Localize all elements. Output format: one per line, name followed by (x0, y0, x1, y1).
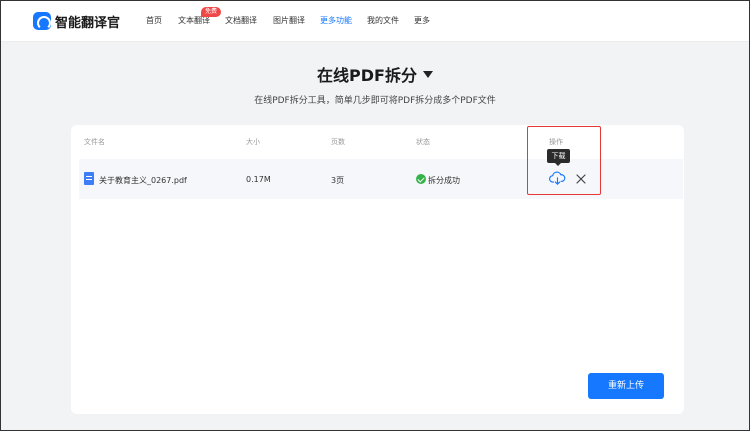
file-name: 关于教育主义_0267.pdf (99, 176, 187, 185)
close-icon[interactable] (576, 174, 586, 184)
nav-item-image-translate[interactable]: 图片翻译 (273, 15, 305, 26)
pdf-file-icon (84, 172, 94, 185)
header-file-name: 文件名 (84, 138, 105, 146)
app-logo-icon[interactable] (33, 12, 51, 30)
download-tooltip: 下载 (547, 149, 570, 166)
caret-down-icon[interactable] (422, 70, 433, 78)
page-count: 3页 (331, 176, 345, 185)
header-status: 状态 (416, 138, 430, 146)
header-size: 大小 (246, 138, 260, 146)
header-pages: 页数 (331, 138, 345, 146)
page-title[interactable]: 在线PDF拆分 (317, 62, 417, 86)
app-name[interactable]: 智能翻译官 (55, 12, 120, 31)
nav-item-more-features[interactable]: 更多功能 (320, 15, 352, 26)
free-badge: 免费 (201, 7, 222, 17)
nav-item-document-translate[interactable]: 文档翻译 (225, 15, 257, 26)
download-cloud-icon[interactable] (549, 171, 566, 186)
nav-item-my-files[interactable]: 我的文件 (367, 15, 399, 26)
top-navigation-bar: 智能翻译官 首页 文本翻译 免费 文档翻译 图片翻译 更多功能 我的文件 更多 (1, 1, 749, 42)
success-check-icon (416, 174, 426, 184)
reupload-button[interactable]: 重新上传 (588, 373, 664, 399)
nav-item-more[interactable]: 更多 (414, 15, 430, 26)
status-text: 拆分成功 (428, 176, 460, 185)
page-subtitle: 在线PDF拆分工具，简单几步即可将PDF拆分成多个PDF文件 (254, 96, 496, 106)
nav-item-home[interactable]: 首页 (146, 15, 162, 26)
file-size: 0.17M (246, 175, 271, 184)
page-header: 在线PDF拆分 (0, 62, 750, 86)
